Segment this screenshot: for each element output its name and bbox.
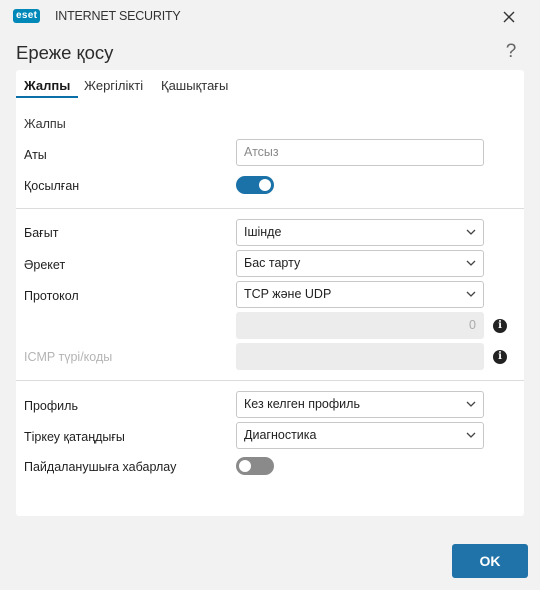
rule-panel: Жалпы Жергілікті Қашықтағы Жалпы Аты Атс… — [16, 70, 524, 516]
ok-button[interactable]: OK — [452, 544, 528, 578]
profile-value: Кез келген профиль — [244, 397, 360, 411]
direction-select[interactable]: Ішінде — [236, 219, 484, 246]
chevron-down-icon — [466, 401, 476, 407]
notify-label: Пайдаланушыға хабарлау — [24, 460, 177, 474]
chevron-down-icon — [466, 260, 476, 266]
icmp-field — [236, 343, 484, 370]
toggle-knob — [259, 179, 271, 191]
profile-label: Профиль — [24, 399, 78, 413]
logging-value: Диагностика — [244, 428, 317, 442]
action-value: Бас тарту — [244, 256, 301, 270]
name-input[interactable]: Атсыз — [236, 139, 484, 166]
close-button[interactable] — [496, 4, 522, 30]
protocol-value: TCP және UDP — [244, 287, 332, 301]
name-label: Аты — [24, 148, 47, 162]
tab-remote[interactable]: Қашықтағы — [161, 78, 228, 94]
notify-toggle[interactable] — [236, 457, 274, 475]
toggle-knob — [239, 460, 251, 472]
tab-general[interactable]: Жалпы — [24, 78, 70, 94]
action-label: Әрекет — [24, 258, 66, 272]
chevron-down-icon — [466, 432, 476, 438]
product-name: INTERNET SECURITY — [55, 9, 181, 23]
info-icon[interactable]: i — [493, 319, 507, 333]
direction-value: Ішінде — [244, 225, 282, 239]
eset-logo: eset — [13, 9, 41, 23]
chevron-down-icon — [466, 229, 476, 235]
title-bar: eset INTERNET SECURITY — [0, 0, 540, 32]
info-icon[interactable]: i — [493, 350, 507, 364]
profile-select[interactable]: Кез келген профиль — [236, 391, 484, 418]
logging-select[interactable]: Диагностика — [236, 422, 484, 449]
action-select[interactable]: Бас тарту — [236, 250, 484, 277]
dialog-title: Ереже қосу — [16, 42, 114, 63]
enabled-label: Қосылған — [24, 179, 80, 193]
tab-local[interactable]: Жергілікті — [84, 78, 143, 94]
close-icon — [503, 11, 515, 23]
active-tab-indicator — [16, 96, 78, 98]
protocol-label: Протокол — [24, 289, 79, 303]
help-icon: ? — [505, 41, 517, 62]
logging-label: Тіркеу қатаңдығы — [24, 430, 125, 444]
help-button[interactable]: ? — [500, 40, 522, 64]
icmp-label: ICMP түрі/коды — [24, 350, 113, 364]
protocol-number-field: 0 — [236, 312, 484, 339]
divider — [16, 208, 524, 209]
section-general-heading: Жалпы — [24, 117, 66, 131]
protocol-select[interactable]: TCP және UDP — [236, 281, 484, 308]
divider — [16, 380, 524, 381]
direction-label: Бағыт — [24, 226, 59, 240]
enabled-toggle[interactable] — [236, 176, 274, 194]
chevron-down-icon — [466, 291, 476, 297]
